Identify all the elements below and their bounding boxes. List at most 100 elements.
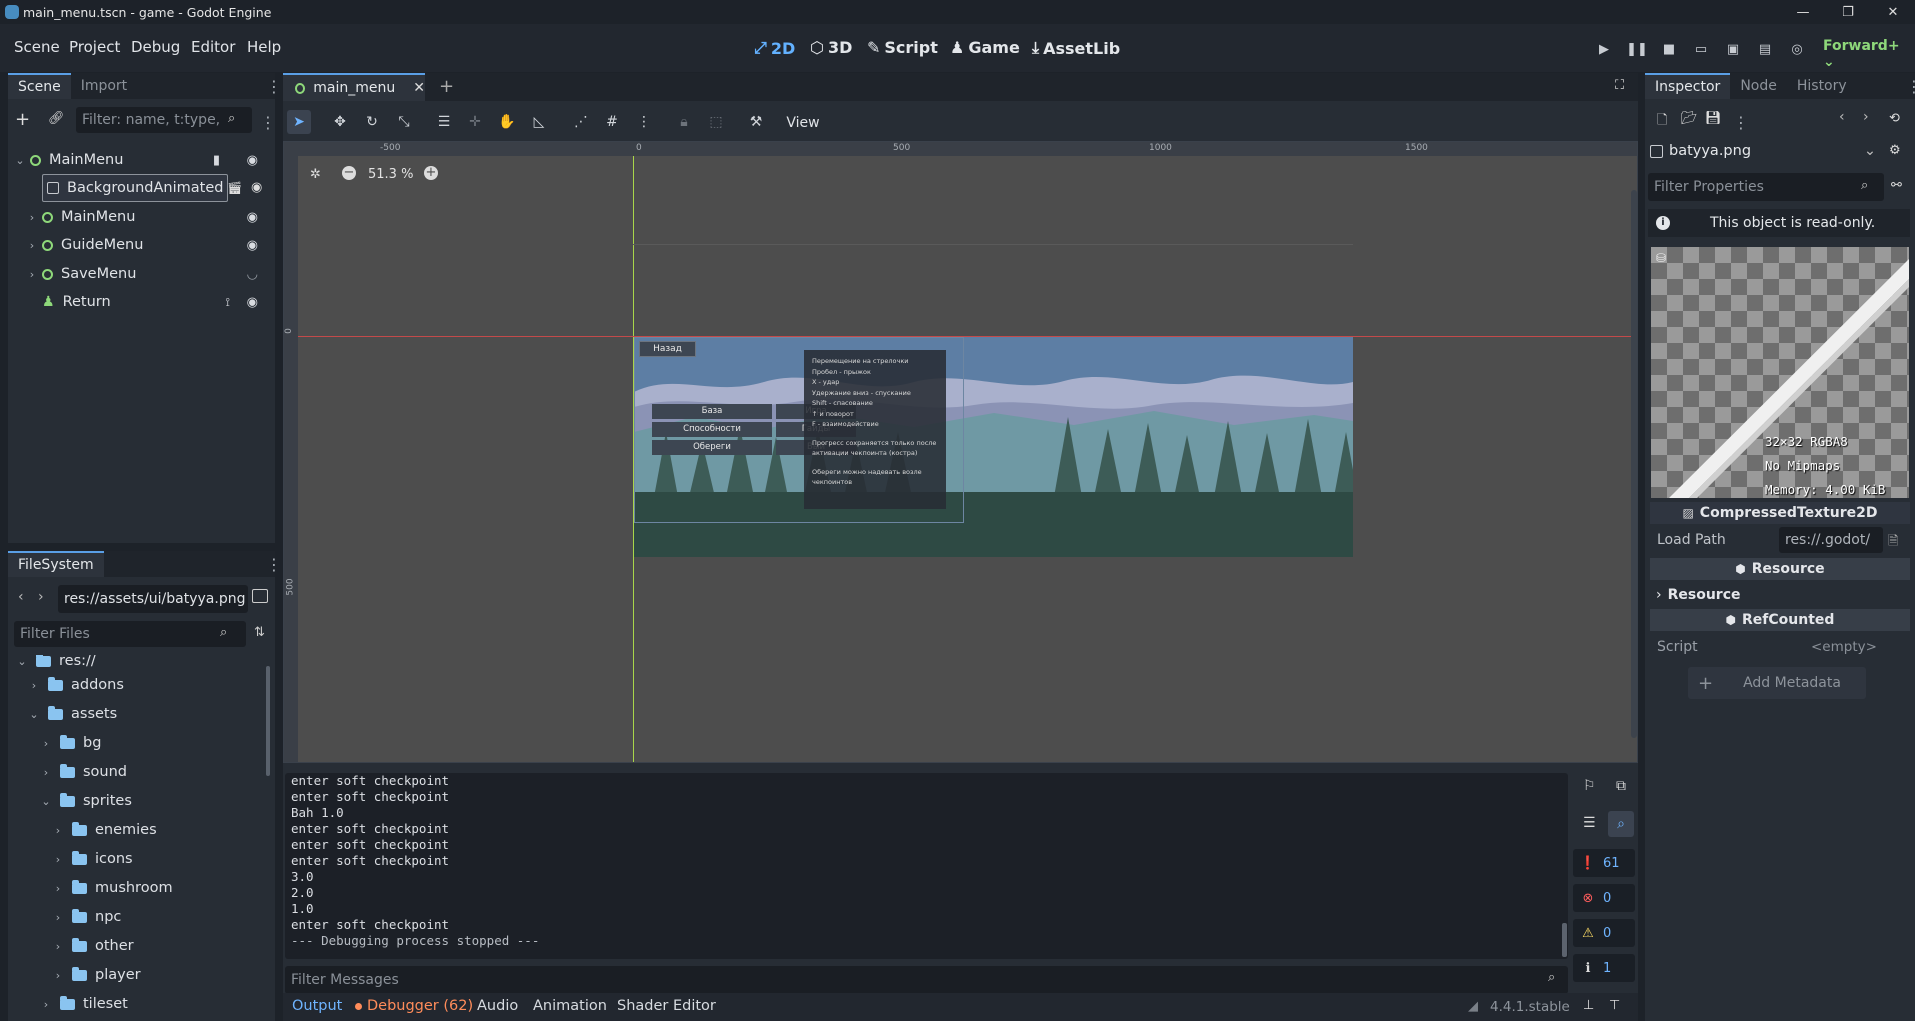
section-resource[interactable]: ⬢ Resource <box>1650 558 1910 580</box>
history-forward-icon[interactable]: › <box>1863 109 1869 125</box>
pivot-icon[interactable]: ✛ <box>463 110 487 134</box>
close-tab-icon[interactable]: ✕ <box>413 80 425 96</box>
scrollbar-thumb[interactable] <box>266 666 270 776</box>
filter-errors-toggle[interactable]: ⊗ 0 <box>1573 884 1635 912</box>
fs-item[interactable]: ⌄ sprites <box>40 789 132 813</box>
filter-messages-input[interactable]: Filter Messages <box>285 966 1568 994</box>
resource-selector[interactable]: batyya.png ⌄ <box>1650 137 1878 165</box>
filter-messages-toggle[interactable]: ❗ 61 <box>1573 849 1635 877</box>
fs-item[interactable]: ⌄ res:// <box>16 655 96 673</box>
zoom-in-icon[interactable]: + <box>424 166 438 180</box>
zoom-level[interactable]: 51.3 % <box>368 167 413 182</box>
property-options-icon[interactable]: ⚯ <box>1891 178 1902 193</box>
tab-node[interactable]: Node <box>1730 73 1787 99</box>
tab-filesystem[interactable]: FileSystem <box>8 551 104 577</box>
fs-item[interactable]: › npc <box>52 905 121 929</box>
filter-editor-toggle[interactable]: ℹ1 <box>1573 954 1635 982</box>
center-view-icon[interactable]: ✲ <box>310 167 321 182</box>
viewport-scrollbar[interactable] <box>1631 190 1637 738</box>
close-window-button[interactable]: ✕ <box>1871 0 1915 24</box>
object-properties-icon[interactable]: ⚙ <box>1889 143 1901 158</box>
chevron-down-icon[interactable]: ⌄ <box>14 154 26 167</box>
skeleton-icon[interactable]: ⚒ <box>744 110 768 134</box>
visibility-eye-icon[interactable]: ◉ <box>247 238 258 253</box>
tree-item-guidemenu[interactable]: › GuideMenu ◉ <box>26 231 274 259</box>
play-icon[interactable]: ▶ <box>1593 38 1615 60</box>
dock-menu-icon[interactable]: ⋮ <box>266 557 282 573</box>
fs-item[interactable]: › sound <box>40 760 127 784</box>
fs-item[interactable]: › enemies <box>52 818 157 842</box>
list-select-icon[interactable]: ☰ <box>432 110 456 134</box>
scene-filter-input[interactable]: Filter: name, t:type, <box>76 107 252 133</box>
scene-tab-main-menu[interactable]: main_menu ✕ <box>283 73 425 101</box>
texture-settings-icon[interactable]: ⛁ <box>1656 251 1666 265</box>
chevron-right-icon[interactable]: › <box>26 211 38 224</box>
collapse-log-icon[interactable]: ☰ <box>1583 815 1596 831</box>
visibility-eye-icon[interactable]: ◉ <box>251 180 262 195</box>
menu-scene[interactable]: Scene <box>14 38 60 56</box>
play-custom-scene-icon[interactable]: ▤ <box>1754 38 1776 60</box>
visibility-eye-icon[interactable]: ◉ <box>247 153 258 168</box>
pin-panel-icon[interactable]: ⊥ <box>1583 998 1594 1013</box>
tab-audio[interactable]: Audio <box>477 998 518 1014</box>
workspace-assetlib-button[interactable]: ⤓ AssetLib <box>1032 38 1120 58</box>
clapperboard-icon[interactable]: 🎬︎ <box>227 181 242 195</box>
filter-properties-input[interactable]: Filter Properties <box>1648 173 1884 201</box>
maximize-button[interactable]: ❐ <box>1826 0 1870 24</box>
back-arrow-icon[interactable]: ‹ <box>18 589 24 605</box>
sort-icon[interactable]: ⇅ <box>254 625 265 640</box>
fs-item[interactable]: ⌄ assets <box>28 702 117 726</box>
zoom-out-icon[interactable]: − <box>342 166 356 180</box>
grid-snap-icon[interactable]: # <box>600 110 624 134</box>
tab-inspector[interactable]: Inspector <box>1645 73 1731 99</box>
snap-options-icon[interactable]: ⋮ <box>632 110 656 134</box>
history-back-icon[interactable]: ‹ <box>1839 109 1845 125</box>
rotate-mode-icon[interactable]: ↻ <box>360 110 384 134</box>
chevron-right-icon[interactable]: › <box>26 268 38 281</box>
movie-maker-icon[interactable]: ◎ <box>1786 38 1808 60</box>
clear-log-icon[interactable]: ⚐ <box>1583 778 1596 794</box>
hidden-eye-icon[interactable]: ◡ <box>247 267 258 282</box>
tree-item-backgroundanimated[interactable]: BackgroundAnimated <box>42 174 228 202</box>
fs-item[interactable]: › icons <box>52 847 133 871</box>
visibility-eye-icon[interactable]: ◉ <box>247 210 258 225</box>
tab-scene[interactable]: Scene <box>8 73 71 99</box>
tree-item-mainmenu[interactable]: ⌄ MainMenu ▮ ◉ <box>14 146 274 174</box>
tab-import[interactable]: Import <box>71 73 137 99</box>
pan-mode-icon[interactable]: ✋ <box>495 110 519 134</box>
distraction-free-icon[interactable]: ⛶ <box>1615 78 1624 93</box>
workspace-3d-button[interactable]: ⬡ 3D <box>810 38 852 57</box>
play-scene-icon[interactable]: ▣ <box>1722 38 1744 60</box>
section-refcounted[interactable]: ⬢ RefCounted <box>1650 609 1910 631</box>
filesystem-path-input[interactable]: res://assets/ui/batyya.png <box>58 585 248 613</box>
tab-output[interactable]: Output <box>292 998 342 1014</box>
log-scrollbar[interactable] <box>1562 923 1567 957</box>
subsection-resource[interactable]: › Resource <box>1650 584 1910 606</box>
canvas-viewport[interactable]: -500 0 500 1000 1500 0 500 ✲ − 51.3 % + <box>283 141 1638 763</box>
file-icon[interactable]: 🗎︎ <box>1888 532 1898 554</box>
tree-item-return[interactable]: ♟ Return ⟟ ◉ <box>38 288 274 316</box>
copy-log-icon[interactable]: ⧉ <box>1616 778 1626 794</box>
group-icon[interactable]: ⬚ <box>704 110 728 134</box>
signal-icon[interactable]: ⟟ <box>226 295 230 310</box>
chevron-right-icon[interactable]: › <box>26 239 38 252</box>
visibility-eye-icon[interactable]: ◉ <box>247 295 258 310</box>
open-resource-icon[interactable]: 📂︎ <box>1681 111 1698 126</box>
dock-menu-icon[interactable]: ⋮ <box>266 79 282 95</box>
search-toggle-icon[interactable]: ⌕ <box>1608 811 1634 837</box>
select-mode-icon[interactable]: ➤ <box>287 110 311 134</box>
forward-arrow-icon[interactable]: › <box>38 589 44 605</box>
resource-menu-icon[interactable]: ⋮ <box>1733 115 1749 131</box>
load-path-field[interactable]: res://.godot/ <box>1779 527 1883 553</box>
add-node-icon[interactable]: + <box>15 109 33 130</box>
stop-icon[interactable]: ■ <box>1658 38 1680 60</box>
lock-icon[interactable]: 🔒︎ <box>672 110 696 134</box>
smart-snap-icon[interactable]: ⋰ <box>569 110 593 134</box>
save-resource-icon[interactable]: 💾︎ <box>1705 111 1722 126</box>
fs-item[interactable]: › other <box>52 934 134 958</box>
filter-files-input[interactable]: Filter Files <box>14 621 246 647</box>
scene-tree-menu-icon[interactable]: ⋮ <box>260 115 276 131</box>
menu-help[interactable]: Help <box>247 38 281 56</box>
workspace-script-button[interactable]: ✎ Script <box>867 38 938 57</box>
remote-debug-icon[interactable]: ▭ <box>1690 38 1712 60</box>
